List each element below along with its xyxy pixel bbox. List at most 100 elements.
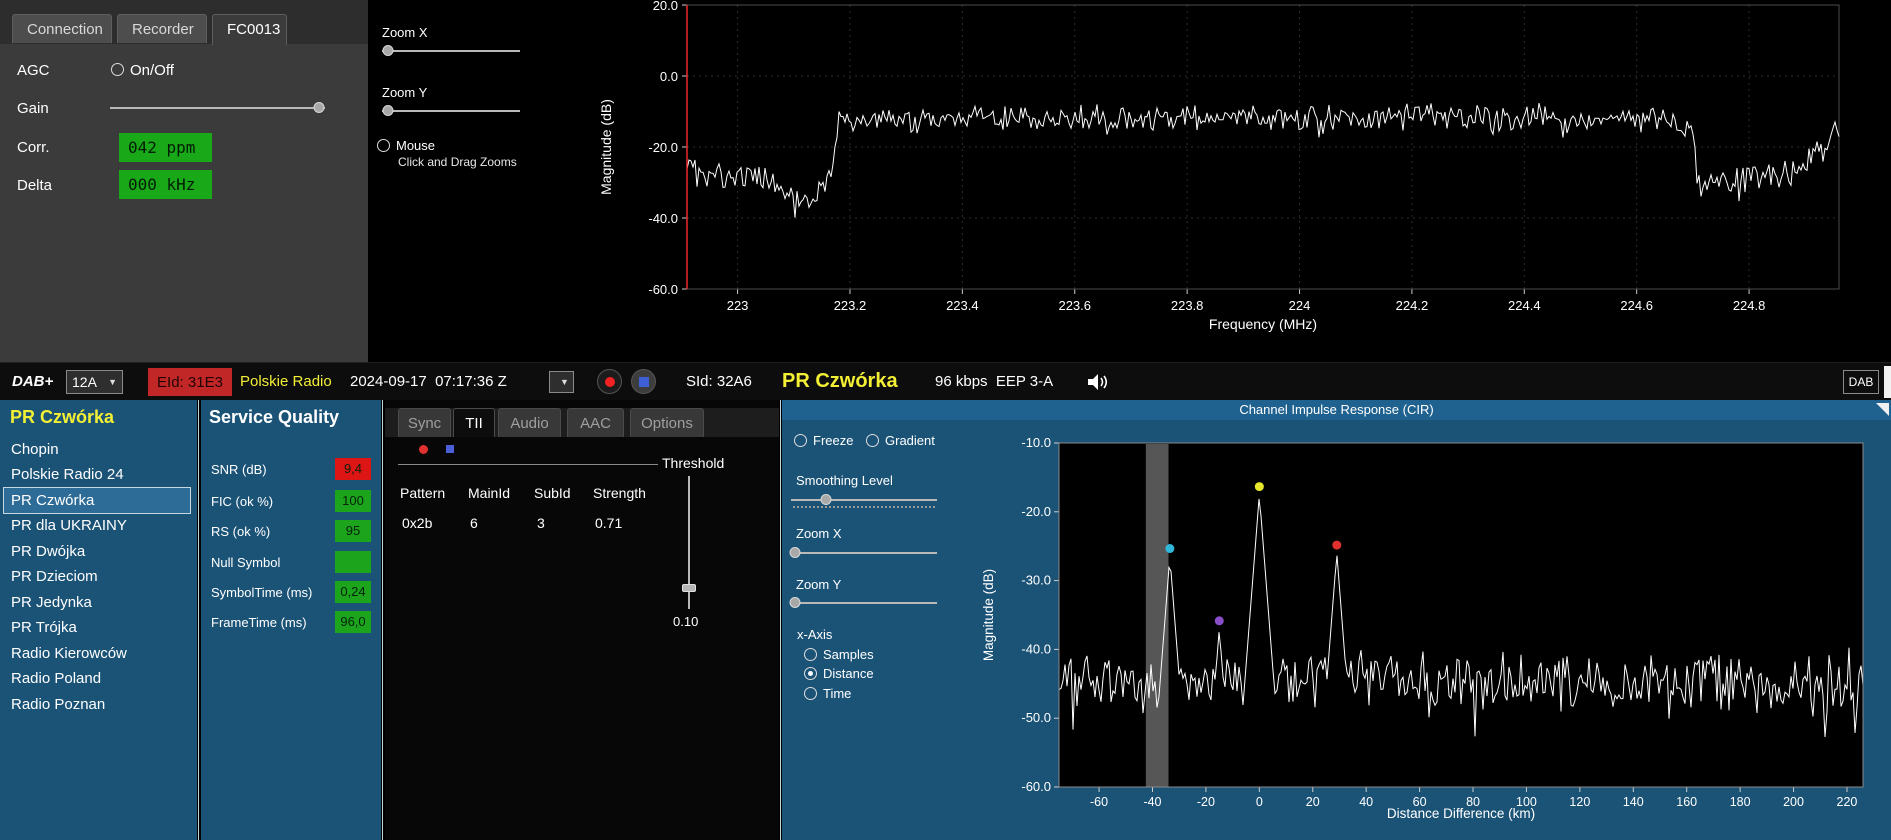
tii-col-mainid: MainId — [468, 485, 510, 501]
service-item[interactable]: Polskie Radio 24 — [4, 462, 190, 487]
tab-fc0013[interactable]: FC0013 — [212, 14, 287, 45]
tii-tab-tii[interactable]: TII — [453, 408, 495, 437]
service-name: PR Czwórka — [782, 370, 898, 393]
svg-text:-60.0: -60.0 — [648, 282, 678, 297]
svg-text:180: 180 — [1730, 795, 1751, 809]
svg-text:-10.0: -10.0 — [1021, 435, 1051, 450]
tab-connection[interactable]: Connection — [12, 14, 112, 43]
agc-radio[interactable] — [111, 63, 124, 76]
service-item[interactable]: PR Dwójka — [4, 539, 190, 564]
channel-select-value: 12A — [72, 374, 97, 390]
svg-text:0: 0 — [1256, 795, 1263, 809]
tii-tab-audio[interactable]: Audio — [498, 408, 561, 437]
svg-text:Frequency (MHz): Frequency (MHz) — [1209, 316, 1317, 332]
quality-badge-frametime: 96,0 — [335, 611, 371, 633]
svg-text:-60.0: -60.0 — [1021, 779, 1051, 794]
quality-row-label: RS (ok %) — [211, 524, 270, 539]
stream-select[interactable]: ▼ — [549, 371, 574, 393]
svg-text:-20.0: -20.0 — [648, 140, 678, 155]
delta-value: 000 kHz — [119, 170, 212, 199]
quality-badge-fic: 100 — [335, 490, 371, 512]
bottom-section: PR Czwórka Chopin Polskie Radio 24 PR Cz… — [0, 400, 1891, 840]
svg-text:223.4: 223.4 — [946, 298, 979, 313]
channel-select[interactable]: 12A ▼ — [66, 370, 123, 394]
tii-cell-mainid: 6 — [470, 515, 478, 531]
tab-recorder[interactable]: Recorder — [117, 14, 207, 43]
cir-plot[interactable]: -60-40-20020406080100120140160180200220-… — [782, 420, 1891, 840]
service-item-selected[interactable]: PR Czwórka — [4, 488, 190, 513]
audio-info: 96 kbps EEP 3-A — [935, 373, 1053, 390]
cir-title: Channel Impulse Response (CIR) — [782, 400, 1891, 420]
dab-badge: DAB — [1843, 370, 1879, 394]
tii-tab-options[interactable]: Options — [630, 408, 704, 437]
datetime: 2024-09-17 07:17:36 Z — [350, 373, 507, 390]
tii-cell-strength: 0.71 — [595, 515, 622, 531]
chevron-down-icon: ▼ — [108, 377, 117, 387]
svg-text:Distance Difference (km): Distance Difference (km) — [1387, 806, 1535, 821]
quality-badge-null-symbol — [335, 551, 371, 573]
tii-legend-square-icon — [446, 445, 454, 453]
quality-row-label: SymbolTime (ms) — [211, 585, 312, 600]
stop-icon — [639, 377, 649, 387]
record-button[interactable] — [597, 369, 622, 394]
services-header: PR Czwórka — [10, 407, 114, 428]
svg-text:Magnitude (dB): Magnitude (dB) — [598, 99, 614, 195]
tuner-panel: Connection Recorder FC0013 AGC On/Off Ga… — [0, 0, 368, 362]
svg-text:-20.0: -20.0 — [1021, 504, 1051, 519]
corr-value: 042 ppm — [119, 133, 212, 162]
record-icon — [605, 377, 615, 387]
tii-cell-pattern: 0x2b — [402, 515, 432, 531]
panel-splitter[interactable] — [198, 400, 199, 840]
gain-slider[interactable] — [110, 101, 325, 115]
stop-button[interactable] — [631, 369, 656, 394]
spectrum-area: Zoom X Zoom Y Mouse Click and Drag Zooms… — [368, 0, 1891, 362]
svg-text:20: 20 — [1306, 795, 1320, 809]
service-item[interactable]: Radio Poznan — [4, 692, 190, 717]
svg-text:224.2: 224.2 — [1396, 298, 1429, 313]
svg-text:40: 40 — [1359, 795, 1373, 809]
svg-text:-50.0: -50.0 — [1021, 710, 1051, 725]
speaker-icon[interactable] — [1086, 372, 1110, 392]
svg-text:223: 223 — [727, 298, 749, 313]
panel-splitter[interactable] — [780, 400, 781, 840]
threshold-slider[interactable] — [682, 476, 696, 609]
svg-text:140: 140 — [1623, 795, 1644, 809]
quality-badge-rs: 95 — [335, 520, 371, 542]
service-item[interactable]: Radio Kierowców — [4, 641, 190, 666]
tii-tab-sync[interactable]: Sync — [398, 408, 451, 437]
quality-badge-snr: 9,4 — [335, 458, 371, 480]
svg-text:224.8: 224.8 — [1733, 298, 1766, 313]
svg-text:Magnitude (dB): Magnitude (dB) — [981, 569, 996, 661]
panel-splitter[interactable] — [382, 400, 383, 840]
service-item[interactable]: PR Jedynka — [4, 590, 190, 615]
tii-col-strength: Strength — [593, 485, 646, 501]
mode-label: DAB+ — [12, 373, 53, 390]
service-item[interactable]: PR dla UKRAINY — [4, 513, 190, 538]
spectrum-plot[interactable]: 223223.2223.4223.6223.8224224.2224.4224.… — [368, 0, 1891, 362]
tii-col-subid: SubId — [534, 485, 571, 501]
svg-text:120: 120 — [1569, 795, 1590, 809]
threshold-thumb[interactable] — [682, 584, 696, 592]
svg-text:224: 224 — [1289, 298, 1311, 313]
tii-panel: Sync TII Audio AAC Options Pattern MainI… — [385, 400, 779, 840]
service-item[interactable]: PR Dzieciom — [4, 564, 190, 589]
svg-text:-20: -20 — [1197, 795, 1215, 809]
tii-tab-aac[interactable]: AAC — [567, 408, 624, 437]
service-item[interactable]: PR Trójka — [4, 615, 190, 640]
service-item[interactable]: Chopin — [4, 437, 190, 462]
gain-slider-track — [110, 107, 325, 109]
svg-text:-30.0: -30.0 — [1021, 573, 1051, 588]
svg-text:223.8: 223.8 — [1171, 298, 1204, 313]
svg-text:200: 200 — [1783, 795, 1804, 809]
quality-header: Service Quality — [209, 407, 339, 428]
service-item[interactable]: Radio Poland — [4, 666, 190, 691]
gain-slider-thumb[interactable] — [313, 102, 324, 113]
agc-option-label: On/Off — [130, 62, 174, 79]
svg-text:-40: -40 — [1143, 795, 1161, 809]
resize-corner-icon[interactable] — [1876, 403, 1889, 416]
toolbar: DAB+ 12A ▼ EId: 31E3 Polskie Radio 2024-… — [0, 362, 1891, 400]
svg-text:20.0: 20.0 — [653, 0, 678, 13]
svg-text:-40.0: -40.0 — [1021, 641, 1051, 656]
chevron-down-icon: ▼ — [560, 377, 569, 387]
quality-row-label: Null Symbol — [211, 555, 280, 570]
